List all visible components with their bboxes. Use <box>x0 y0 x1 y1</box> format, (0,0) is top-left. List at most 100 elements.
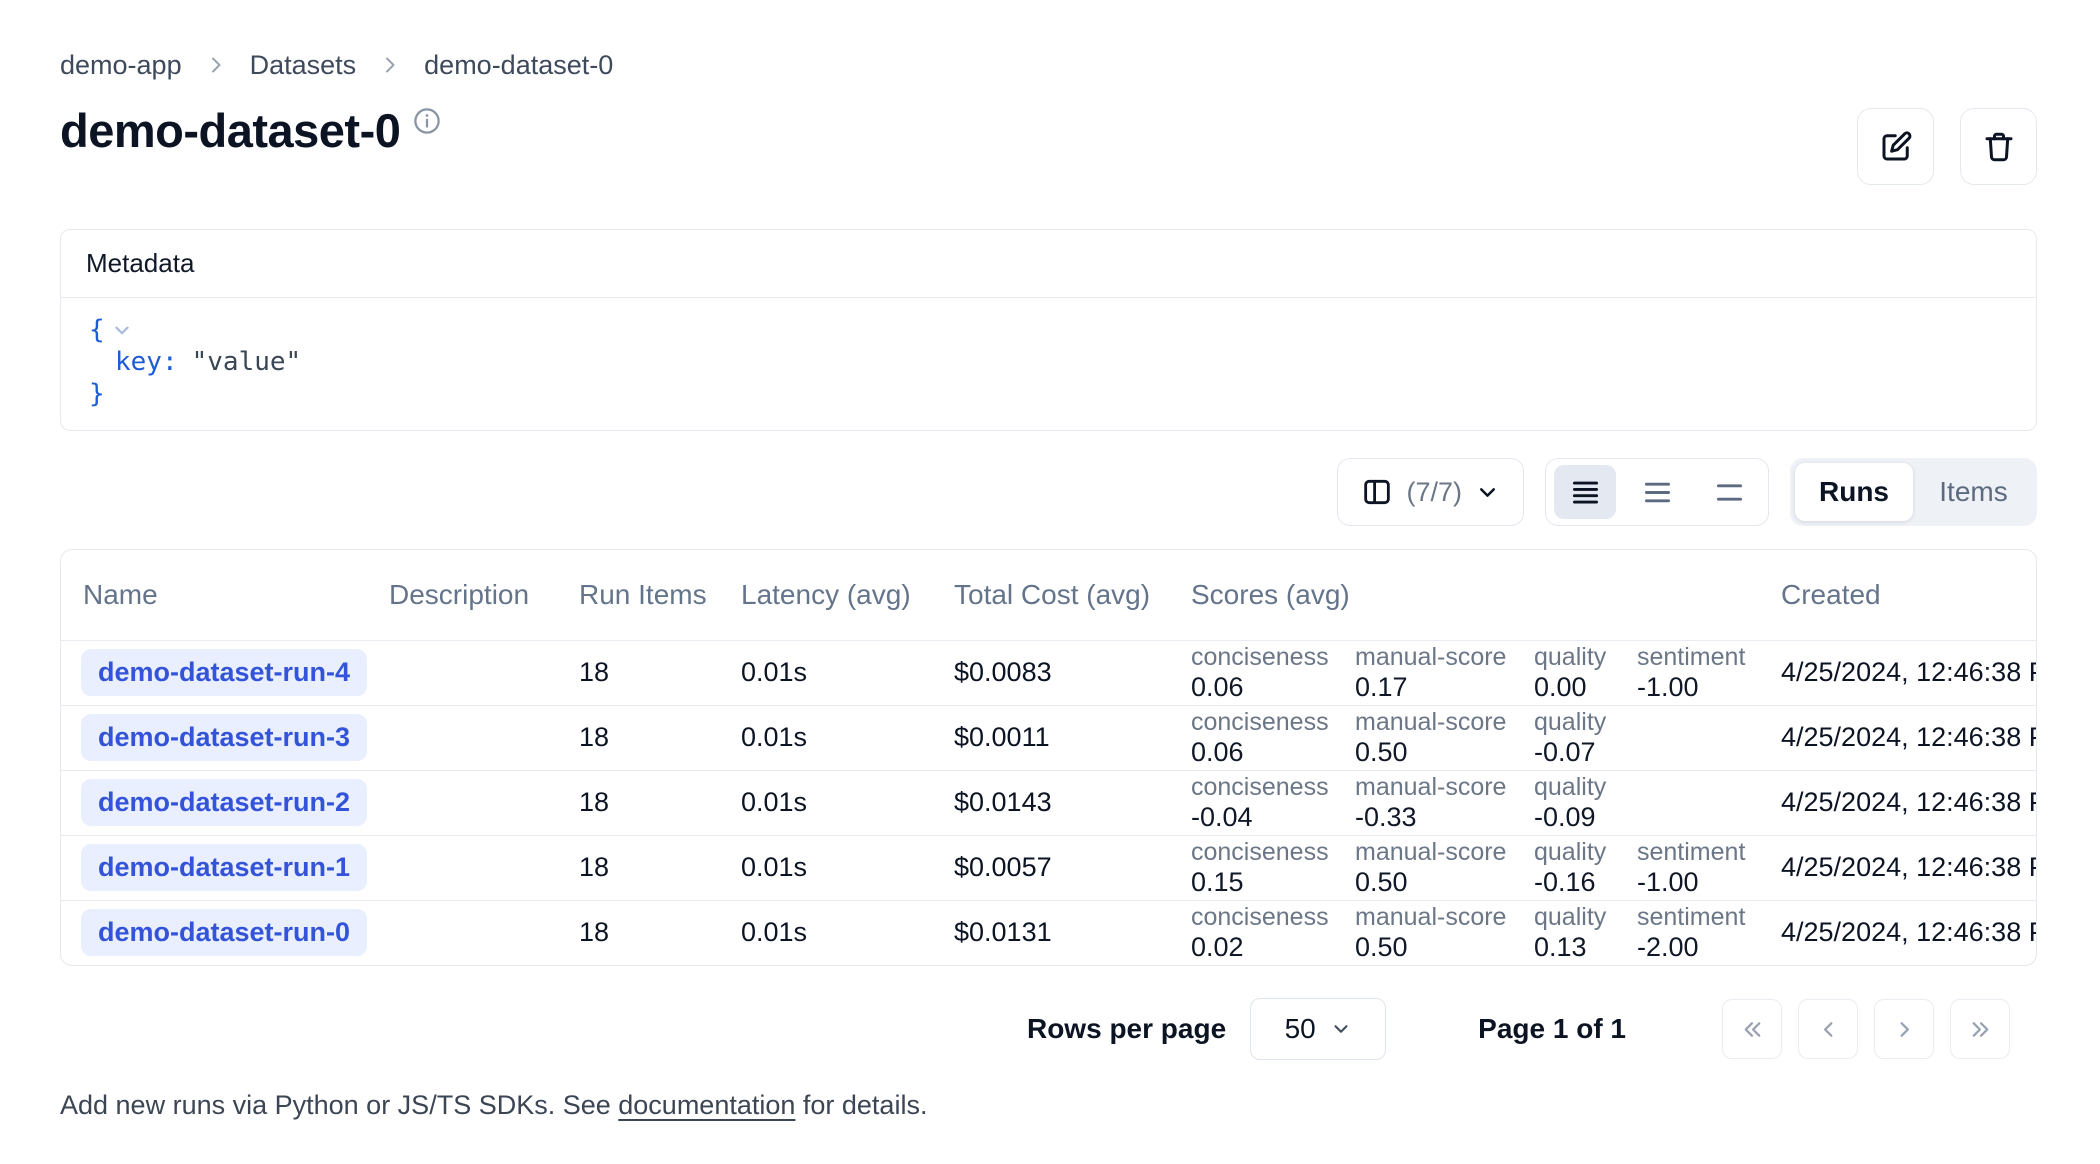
metadata-card-title: Metadata <box>61 230 2036 298</box>
json-collapse-chevron-icon[interactable] <box>111 319 133 341</box>
row-height-small-button[interactable] <box>1554 465 1616 519</box>
score-label: quality <box>1534 903 1637 932</box>
delete-dataset-button[interactable] <box>1960 108 2037 185</box>
latency-cell: 0.01s <box>741 900 954 965</box>
table-row: demo-dataset-run-0180.01s$0.0131concisen… <box>61 900 2036 965</box>
score-value: 0.50 <box>1355 932 1534 963</box>
chevron-right-icon <box>1891 1016 1918 1043</box>
score-label: manual-score <box>1355 708 1534 737</box>
column-header-description: Description <box>389 550 579 640</box>
chevron-down-icon <box>1330 1018 1352 1040</box>
first-page-button[interactable] <box>1722 999 1782 1059</box>
column-header-run-items: Run Items <box>579 550 741 640</box>
score-quality: quality-0.09 <box>1534 773 1637 833</box>
score-conciseness: conciseness0.15 <box>1191 838 1355 898</box>
info-icon[interactable] <box>412 106 442 136</box>
run-name-link[interactable]: demo-dataset-run-0 <box>81 909 367 956</box>
page-header: demo-dataset-0 <box>60 102 2037 185</box>
run-name-cell: demo-dataset-run-0 <box>61 900 389 965</box>
edit-dataset-button[interactable] <box>1857 108 1934 185</box>
score-label: manual-score <box>1355 903 1534 932</box>
score-label: conciseness <box>1191 708 1355 737</box>
score-value: 0.50 <box>1355 867 1534 898</box>
breadcrumb-item-project[interactable]: demo-app <box>60 50 182 81</box>
json-open-brace: { <box>89 314 105 346</box>
score-label: quality <box>1534 708 1637 737</box>
description-cell <box>389 900 579 965</box>
header-actions <box>1857 108 2037 185</box>
total-cost-cell: $0.0131 <box>954 900 1191 965</box>
tab-runs[interactable]: Runs <box>1795 463 1913 521</box>
rows-per-page-label: Rows per page <box>1027 1013 1226 1045</box>
run-name-link[interactable]: demo-dataset-run-1 <box>81 844 367 891</box>
score-manual-score: manual-score0.50 <box>1355 838 1534 898</box>
run-name-cell: demo-dataset-run-4 <box>61 640 389 705</box>
description-cell <box>389 770 579 835</box>
prev-page-button[interactable] <box>1798 999 1858 1059</box>
score-value: -1.00 <box>1637 672 1779 703</box>
scores-cell: conciseness0.06manual-score0.50quality-0… <box>1191 705 1781 770</box>
tab-items[interactable]: Items <box>1915 463 2032 521</box>
scores-group: conciseness0.02manual-score0.50quality0.… <box>1191 903 1781 963</box>
edit-icon <box>1878 129 1914 165</box>
runs-table-card: Name Description Run Items Latency (avg)… <box>60 549 2037 966</box>
run-items-cell: 18 <box>579 705 741 770</box>
column-header-latency: Latency (avg) <box>741 550 954 640</box>
scores-cell: conciseness0.06manual-score0.17quality0.… <box>1191 640 1781 705</box>
scores-group: conciseness0.15manual-score0.50quality-0… <box>1191 838 1781 898</box>
score-value: -2.00 <box>1637 932 1779 963</box>
view-tabs: Runs Items <box>1790 458 2037 526</box>
run-name-cell: demo-dataset-run-2 <box>61 770 389 835</box>
documentation-link[interactable]: documentation <box>618 1090 795 1120</box>
score-label: conciseness <box>1191 773 1355 802</box>
columns-icon <box>1361 476 1393 508</box>
score-label: conciseness <box>1191 903 1355 932</box>
page-title: demo-dataset-0 <box>60 102 400 160</box>
column-header-total-cost: Total Cost (avg) <box>954 550 1191 640</box>
table-row: demo-dataset-run-3 180.01s$0.0011concisen… <box>61 705 2036 770</box>
score-conciseness: conciseness0.06 <box>1191 643 1355 703</box>
next-page-button[interactable] <box>1874 999 1934 1059</box>
created-cell: 4/25/2024, 12:46:38 PM <box>1781 900 2036 965</box>
score-sentiment: sentiment-1.00 <box>1637 643 1779 703</box>
score-conciseness: conciseness0.06 <box>1191 708 1355 768</box>
score-value: -0.04 <box>1191 802 1355 833</box>
score-label: manual-score <box>1355 773 1534 802</box>
score-sentiment: sentiment-2.00 <box>1637 903 1779 963</box>
metadata-json-viewer: { key: "value" } <box>61 298 2036 430</box>
last-page-button[interactable] <box>1950 999 2010 1059</box>
table-header-row: Name Description Run Items Latency (avg)… <box>61 550 2036 640</box>
table-row: demo-dataset-run-4180.01s$0.0083concisen… <box>61 640 2036 705</box>
footer-text-prefix: Add new runs via Python or JS/TS SDKs. S… <box>60 1090 618 1120</box>
score-manual-score: manual-score-0.33 <box>1355 773 1534 833</box>
column-visibility-button[interactable]: (7/7) <box>1337 458 1524 526</box>
run-name-link[interactable]: demo-dataset-run-3 <box>81 714 367 761</box>
rows-per-page-select[interactable]: 50 <box>1250 998 1386 1060</box>
column-header-name: Name <box>61 550 389 640</box>
score-quality: quality-0.07 <box>1534 708 1637 768</box>
row-height-medium-button[interactable] <box>1626 465 1688 519</box>
latency-cell: 0.01s <box>741 705 954 770</box>
score-value: -0.07 <box>1534 737 1637 768</box>
score-value: 0.15 <box>1191 867 1355 898</box>
score-label: quality <box>1534 773 1637 802</box>
total-cost-cell: $0.0011 <box>954 705 1191 770</box>
row-height-large-button[interactable] <box>1698 465 1760 519</box>
run-name-link[interactable]: demo-dataset-run-4 <box>81 649 367 696</box>
score-value: -0.09 <box>1534 802 1637 833</box>
score-label: quality <box>1534 838 1637 867</box>
run-items-cell: 18 <box>579 640 741 705</box>
metadata-card: Metadata { key: "value" } <box>60 229 2037 431</box>
footer-note: Add new runs via Python or JS/TS SDKs. S… <box>60 1090 2037 1121</box>
rows-medium-icon <box>1642 477 1673 508</box>
score-value: -1.00 <box>1637 867 1779 898</box>
run-name-link[interactable]: demo-dataset-run-2 <box>81 779 367 826</box>
breadcrumb-item-datasets[interactable]: Datasets <box>250 50 357 81</box>
scores-group: conciseness0.06manual-score0.17quality0.… <box>1191 643 1781 703</box>
page-info: Page 1 of 1 <box>1478 1013 1626 1045</box>
chevrons-right-icon <box>1967 1016 1994 1043</box>
score-manual-score: manual-score0.50 <box>1355 903 1534 963</box>
description-cell <box>389 640 579 705</box>
breadcrumb-item-current: demo-dataset-0 <box>424 50 613 81</box>
json-value: "value" <box>192 346 302 378</box>
